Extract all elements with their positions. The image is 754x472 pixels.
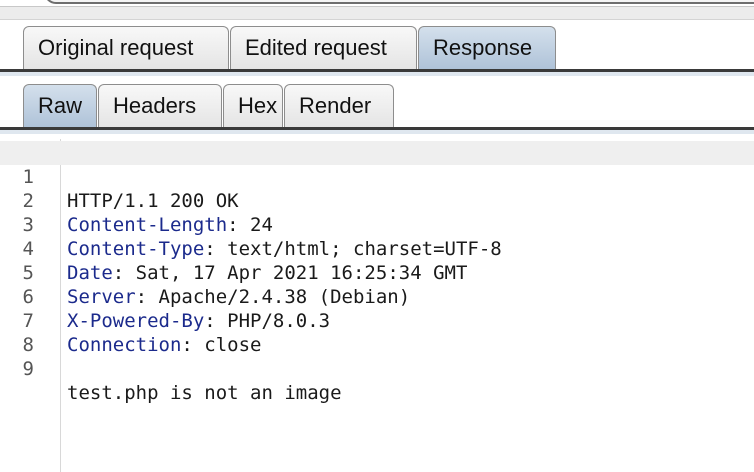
response-line: 4 Date: Sat, 17 Apr 2021 16:25:34 GMT	[0, 213, 754, 284]
tab-edited-request[interactable]: Edited request	[230, 26, 417, 70]
toolbar-strip	[0, 6, 754, 20]
tab-render[interactable]: Render	[284, 84, 394, 128]
view-tabs: Raw Headers Hex Render	[0, 84, 754, 128]
response-body: test.php is not an image	[67, 382, 342, 404]
response-line: 3 Content-Type: text/html; charset=UTF-8	[0, 189, 754, 260]
response-line: 1 HTTP/1.1 200 OK	[0, 141, 754, 212]
response-line: 6 X-Powered-By: PHP/8.0.3	[0, 261, 754, 332]
message-tabs-underline	[0, 72, 754, 76]
response-line: 8	[0, 309, 754, 356]
tab-hex[interactable]: Hex	[223, 84, 283, 128]
http-message-viewer: Original request Edited request Response…	[0, 0, 754, 472]
message-tabs: Original request Edited request Response	[0, 26, 754, 70]
tab-raw[interactable]: Raw	[23, 84, 97, 128]
tab-original-request[interactable]: Original request	[23, 26, 229, 70]
tab-response[interactable]: Response	[418, 26, 556, 70]
tab-headers[interactable]: Headers	[98, 84, 222, 128]
raw-response-editor[interactable]: 1 HTTP/1.1 200 OK 2 Content-Length: 24 3…	[0, 139, 754, 472]
top-input-field-edge[interactable]	[44, 0, 754, 4]
response-line: 7 Connection: close	[0, 285, 754, 356]
line-number: 9	[22, 358, 34, 380]
response-line: 2 Content-Length: 24	[0, 165, 754, 236]
response-line: 9 test.php is not an image	[0, 333, 754, 404]
view-tabs-underline	[0, 130, 754, 134]
response-line: 5 Server: Apache/2.4.38 (Debian)	[0, 237, 754, 308]
